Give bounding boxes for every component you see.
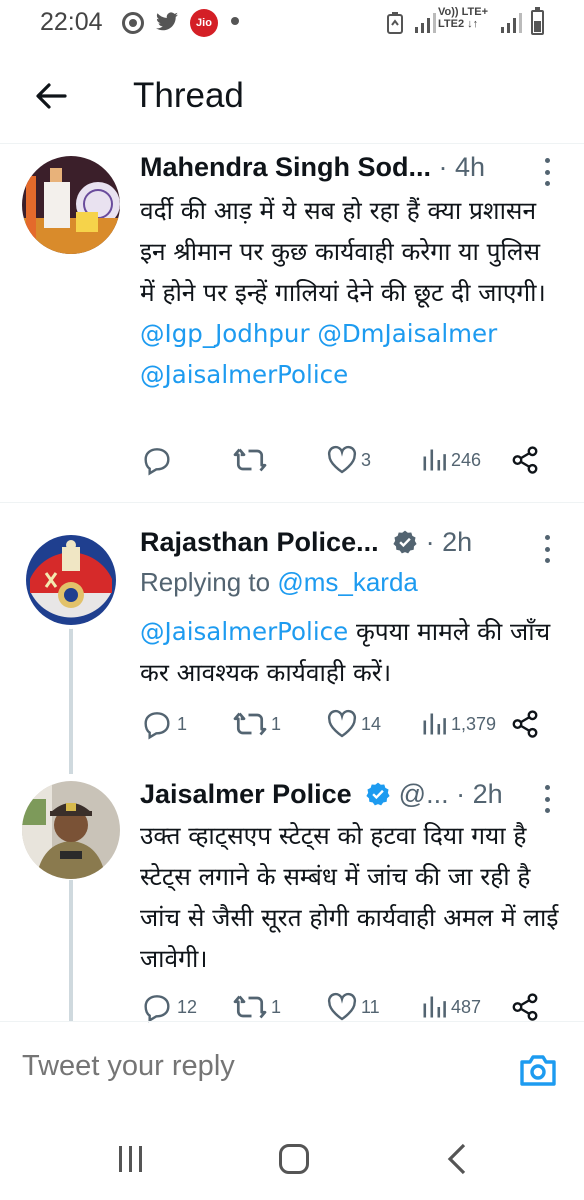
home-icon[interactable] <box>279 1144 309 1174</box>
like-icon <box>327 445 357 474</box>
signal-icon-2 <box>501 13 522 33</box>
tweet-header: Jaisalmer Police @... · 2h <box>140 779 503 810</box>
verified-badge-icon <box>393 530 417 554</box>
tweet-time[interactable]: · 4h <box>439 152 486 182</box>
tweet-text: वर्दी की आड़ में ये सब हो रहा हैं क्या प… <box>140 190 560 395</box>
nav-back-icon[interactable] <box>446 1143 468 1175</box>
tweet-mention[interactable]: @JaisalmerPolice <box>140 617 348 646</box>
like-count: 11 <box>361 996 380 1017</box>
avatar-image <box>22 781 120 879</box>
author-handle[interactable]: @... <box>399 779 449 809</box>
author-name[interactable]: Rajasthan Police... <box>140 527 379 557</box>
tweet-3[interactable]: Jaisalmer Police @... · 2h उक्त व्हाट्सए… <box>0 763 584 1023</box>
like-icon <box>327 709 357 738</box>
reply-count: 1 <box>177 713 188 734</box>
police-logo-image <box>22 531 120 629</box>
reply-icon <box>144 712 170 740</box>
views-count: 246 <box>451 449 482 470</box>
tweet-actions: 3 246 <box>140 440 550 480</box>
tweet-time[interactable]: · 2h <box>426 527 473 557</box>
share-icon <box>512 446 538 474</box>
like-button[interactable]: 3 <box>326 440 371 480</box>
tweet-header: Rajasthan Police... · 2h <box>140 527 472 558</box>
recent-apps-icon[interactable] <box>117 1146 145 1172</box>
retweet-icon <box>233 712 267 736</box>
back-arrow-icon <box>36 83 67 109</box>
system-nav-bar <box>0 1118 584 1200</box>
replying-to: Replying to @ms_karda <box>140 567 418 597</box>
tweet-2[interactable]: Rajasthan Police... · 2h Replying to @ms… <box>0 503 584 763</box>
views-icon <box>423 449 446 471</box>
views-button[interactable]: 246 <box>420 440 481 480</box>
views-count: 487 <box>451 996 482 1017</box>
share-button[interactable] <box>510 704 540 744</box>
more-button[interactable] <box>534 154 560 190</box>
tweet-text: @JaisalmerPolice कृपया मामले की जाँच कर … <box>140 617 551 687</box>
more-button[interactable] <box>534 531 560 567</box>
avatar-image <box>22 156 120 254</box>
back-button[interactable] <box>28 74 74 118</box>
like-count: 14 <box>361 713 382 734</box>
tweet-1[interactable]: Mahendra Singh Sod... · 4h वर्दी की आड़ … <box>0 144 584 502</box>
more-button[interactable] <box>534 781 560 817</box>
avatar[interactable] <box>22 781 120 879</box>
tweet-actions: 1 1 14 1,379 <box>140 704 550 744</box>
tweet-time[interactable]: · 2h <box>456 779 503 809</box>
retweet-count: 1 <box>271 996 282 1017</box>
chrome-icon <box>122 12 144 34</box>
share-icon <box>512 710 538 738</box>
tweet-mentions[interactable]: @Igp_Jodhpur @DmJaisalmer @JaisalmerPoli… <box>140 313 560 395</box>
reply-composer <box>0 1021 584 1117</box>
status-time: 22:04 <box>40 8 103 36</box>
tweet-text: उक्त व्हाट्सएप स्टेट्स को हटवा दिया गया … <box>140 821 559 973</box>
share-icon <box>512 993 538 1021</box>
like-icon <box>327 992 357 1021</box>
page-title: Thread <box>133 76 244 115</box>
jio-icon: Jio <box>190 9 218 37</box>
network-type: Vo)) LTE+ LTE2 ↓↑ <box>438 6 489 30</box>
like-button[interactable]: 14 <box>326 704 381 744</box>
views-icon <box>423 713 446 735</box>
retweet-count: 1 <box>271 713 282 734</box>
data-saver-icon <box>387 12 403 34</box>
tweet-header: Mahendra Singh Sod... · 4h <box>140 152 485 183</box>
reply-count: 12 <box>177 996 198 1017</box>
views-count: 1,379 <box>451 713 497 734</box>
retweet-icon <box>233 448 267 472</box>
author-name[interactable]: Mahendra Singh Sod... <box>140 152 431 182</box>
reply-button[interactable] <box>140 440 177 480</box>
verified-badge-icon <box>366 782 390 806</box>
share-button[interactable] <box>510 440 540 480</box>
author-name[interactable]: Jaisalmer Police <box>140 779 352 809</box>
avatar[interactable] <box>22 531 120 629</box>
retweet-button[interactable] <box>232 440 271 480</box>
notification-dot-icon <box>231 17 239 25</box>
retweet-icon <box>233 995 267 1019</box>
reply-input[interactable] <box>22 1050 482 1083</box>
replying-to-handle[interactable]: @ms_karda <box>277 567 418 597</box>
reply-icon <box>144 448 170 476</box>
views-icon <box>423 996 446 1018</box>
retweet-button[interactable]: 1 <box>232 704 281 744</box>
twitter-bird-icon <box>156 12 178 31</box>
views-button[interactable]: 1,379 <box>420 704 496 744</box>
battery-icon <box>531 7 544 35</box>
avatar[interactable] <box>22 156 120 254</box>
like-count: 3 <box>361 449 372 470</box>
camera-icon[interactable] <box>518 1052 558 1088</box>
reply-icon <box>144 995 170 1023</box>
reply-button[interactable]: 1 <box>140 704 187 744</box>
signal-icon <box>415 13 436 33</box>
status-bar: 22:04 Jio Vo)) LTE+ LTE2 ↓↑ <box>0 0 584 48</box>
app-header: Thread <box>0 48 584 144</box>
